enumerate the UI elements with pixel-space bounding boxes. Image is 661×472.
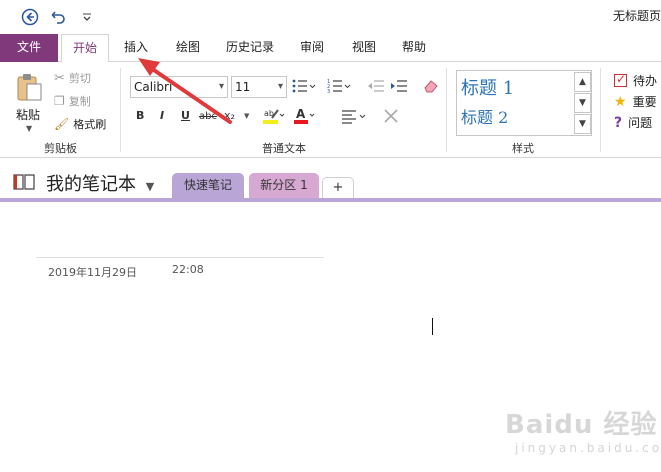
- page-date: 2019年11月29日: [48, 266, 137, 279]
- star-icon: ★: [614, 93, 627, 110]
- chevron-down-icon: ▼: [145, 180, 155, 193]
- title-bar: 无标题页: [0, 0, 661, 34]
- copy-label: 复制: [68, 95, 91, 108]
- style-heading-2[interactable]: 标题 2: [461, 104, 508, 128]
- section-tab-new-section[interactable]: 新分区 1: [249, 173, 319, 198]
- font-color-button[interactable]: A: [293, 106, 315, 126]
- delete-button[interactable]: [383, 108, 401, 124]
- style-heading-1[interactable]: 标题 1: [461, 74, 514, 100]
- customize-toolbar-button[interactable]: [76, 6, 98, 28]
- tag-question-label: 问题: [628, 116, 653, 130]
- increase-indent-button[interactable]: [390, 78, 408, 96]
- clipboard-icon: [17, 74, 42, 101]
- tag-todo-label: 待办: [633, 74, 658, 88]
- basic-text-group-label: 普通文本: [262, 142, 306, 155]
- paste-label: 粘贴: [16, 108, 41, 122]
- section-tab-quick-notes[interactable]: 快速笔记: [172, 173, 244, 198]
- styles-scroll-up[interactable]: ▲: [574, 72, 591, 92]
- text-cursor[interactable]: [432, 318, 433, 335]
- tag-important-label: 重要: [632, 95, 657, 109]
- notebook-bar: 我的笔记本 ▼ 快速笔记 新分区 1 +: [0, 159, 661, 198]
- section-color-strip: [0, 198, 661, 202]
- notebook-icon: [13, 174, 35, 190]
- numbered-list-icon: 123: [327, 79, 351, 95]
- chevron-up-icon: ▲: [579, 77, 586, 87]
- ribbon: 粘贴 ▼ ✂ 剪切 ❐ 复制 🖌 格式刷 剪贴板 Calibri ▾ 11 ▾ …: [0, 62, 661, 158]
- back-arrow-icon: [21, 8, 39, 26]
- chevron-down-icon: ▾: [277, 81, 283, 92]
- ribbon-tabs: 文件 开始 插入 绘图 历史记录 审阅 视图 帮助: [0, 34, 661, 63]
- page-title-underline: [36, 257, 324, 258]
- paintbrush-icon: 🖌: [54, 117, 70, 131]
- annotation-arrow: [138, 58, 232, 124]
- copy-icon: ❐: [54, 94, 65, 108]
- tag-important[interactable]: ★ 重要: [614, 93, 657, 110]
- numbering-button[interactable]: 123: [327, 78, 353, 96]
- group-divider: [446, 68, 447, 152]
- watermark-url: jingyan.baidu.com: [515, 441, 661, 455]
- chevron-down-icon: ▼: [579, 98, 586, 108]
- tag-todo[interactable]: ✓ 待办: [614, 72, 657, 89]
- tab-home[interactable]: 开始: [61, 34, 109, 63]
- eraser-icon: [424, 80, 438, 93]
- expand-more-icon: ▼: [579, 119, 586, 129]
- styles-gallery: 标题 1 标题 2 ▲ ▼ ▼: [456, 70, 592, 136]
- bullets-button[interactable]: [292, 78, 318, 96]
- font-color-icon: A: [294, 107, 315, 124]
- notebook-name: 我的笔记本: [46, 174, 136, 195]
- styles-expand[interactable]: ▼: [574, 114, 591, 134]
- format-painter-label: 格式刷: [73, 118, 107, 131]
- group-divider: [120, 68, 121, 152]
- page-time: 22:08: [172, 263, 204, 276]
- styles-scroll-down[interactable]: ▼: [574, 93, 591, 113]
- svg-text:A: A: [296, 107, 306, 121]
- chevron-down-icon: [83, 13, 91, 21]
- clear-formatting-button[interactable]: [422, 78, 440, 96]
- undo-icon: [51, 11, 65, 24]
- tab-help[interactable]: 帮助: [392, 34, 436, 62]
- chevron-down-icon: ▼: [26, 124, 33, 133]
- add-section-button[interactable]: +: [322, 177, 354, 198]
- styles-group-label: 样式: [512, 142, 534, 155]
- tab-review[interactable]: 审阅: [290, 34, 334, 62]
- notebook-selector[interactable]: 我的笔记本 ▼: [46, 170, 154, 196]
- svg-text:3: 3: [327, 89, 330, 94]
- highlight-button[interactable]: ab: [262, 106, 285, 126]
- paragraph-align-button[interactable]: [340, 108, 368, 124]
- format-painter-button[interactable]: 🖌 格式刷: [54, 116, 106, 132]
- copy-button[interactable]: ❐ 复制: [54, 93, 91, 109]
- indent-icon: [391, 80, 407, 92]
- group-divider: [600, 68, 601, 152]
- tab-view[interactable]: 视图: [342, 34, 386, 62]
- close-icon: [384, 109, 398, 123]
- back-button[interactable]: [19, 6, 41, 28]
- bullet-list-icon: [292, 79, 316, 93]
- paste-button[interactable]: 粘贴 ▼: [12, 70, 46, 136]
- document-title: 无标题页: [612, 9, 661, 23]
- question-icon: ?: [614, 114, 623, 131]
- watermark-logo: Baidu 经验: [505, 410, 658, 440]
- cut-label: 剪切: [68, 72, 91, 85]
- align-left-icon: [342, 110, 366, 124]
- tab-file[interactable]: 文件: [0, 34, 58, 62]
- cut-button[interactable]: ✂ 剪切: [54, 70, 91, 86]
- decrease-indent-button[interactable]: [367, 78, 385, 96]
- undo-button[interactable]: [48, 6, 70, 28]
- highlighter-icon: ab: [263, 109, 285, 124]
- scissors-icon: ✂: [54, 70, 65, 86]
- outdent-icon: [368, 80, 384, 92]
- tag-question[interactable]: ? 问题: [614, 114, 652, 131]
- checkbox-icon: ✓: [614, 72, 627, 87]
- clipboard-group-label: 剪贴板: [44, 142, 77, 155]
- chevron-down-icon: ▼: [244, 112, 250, 120]
